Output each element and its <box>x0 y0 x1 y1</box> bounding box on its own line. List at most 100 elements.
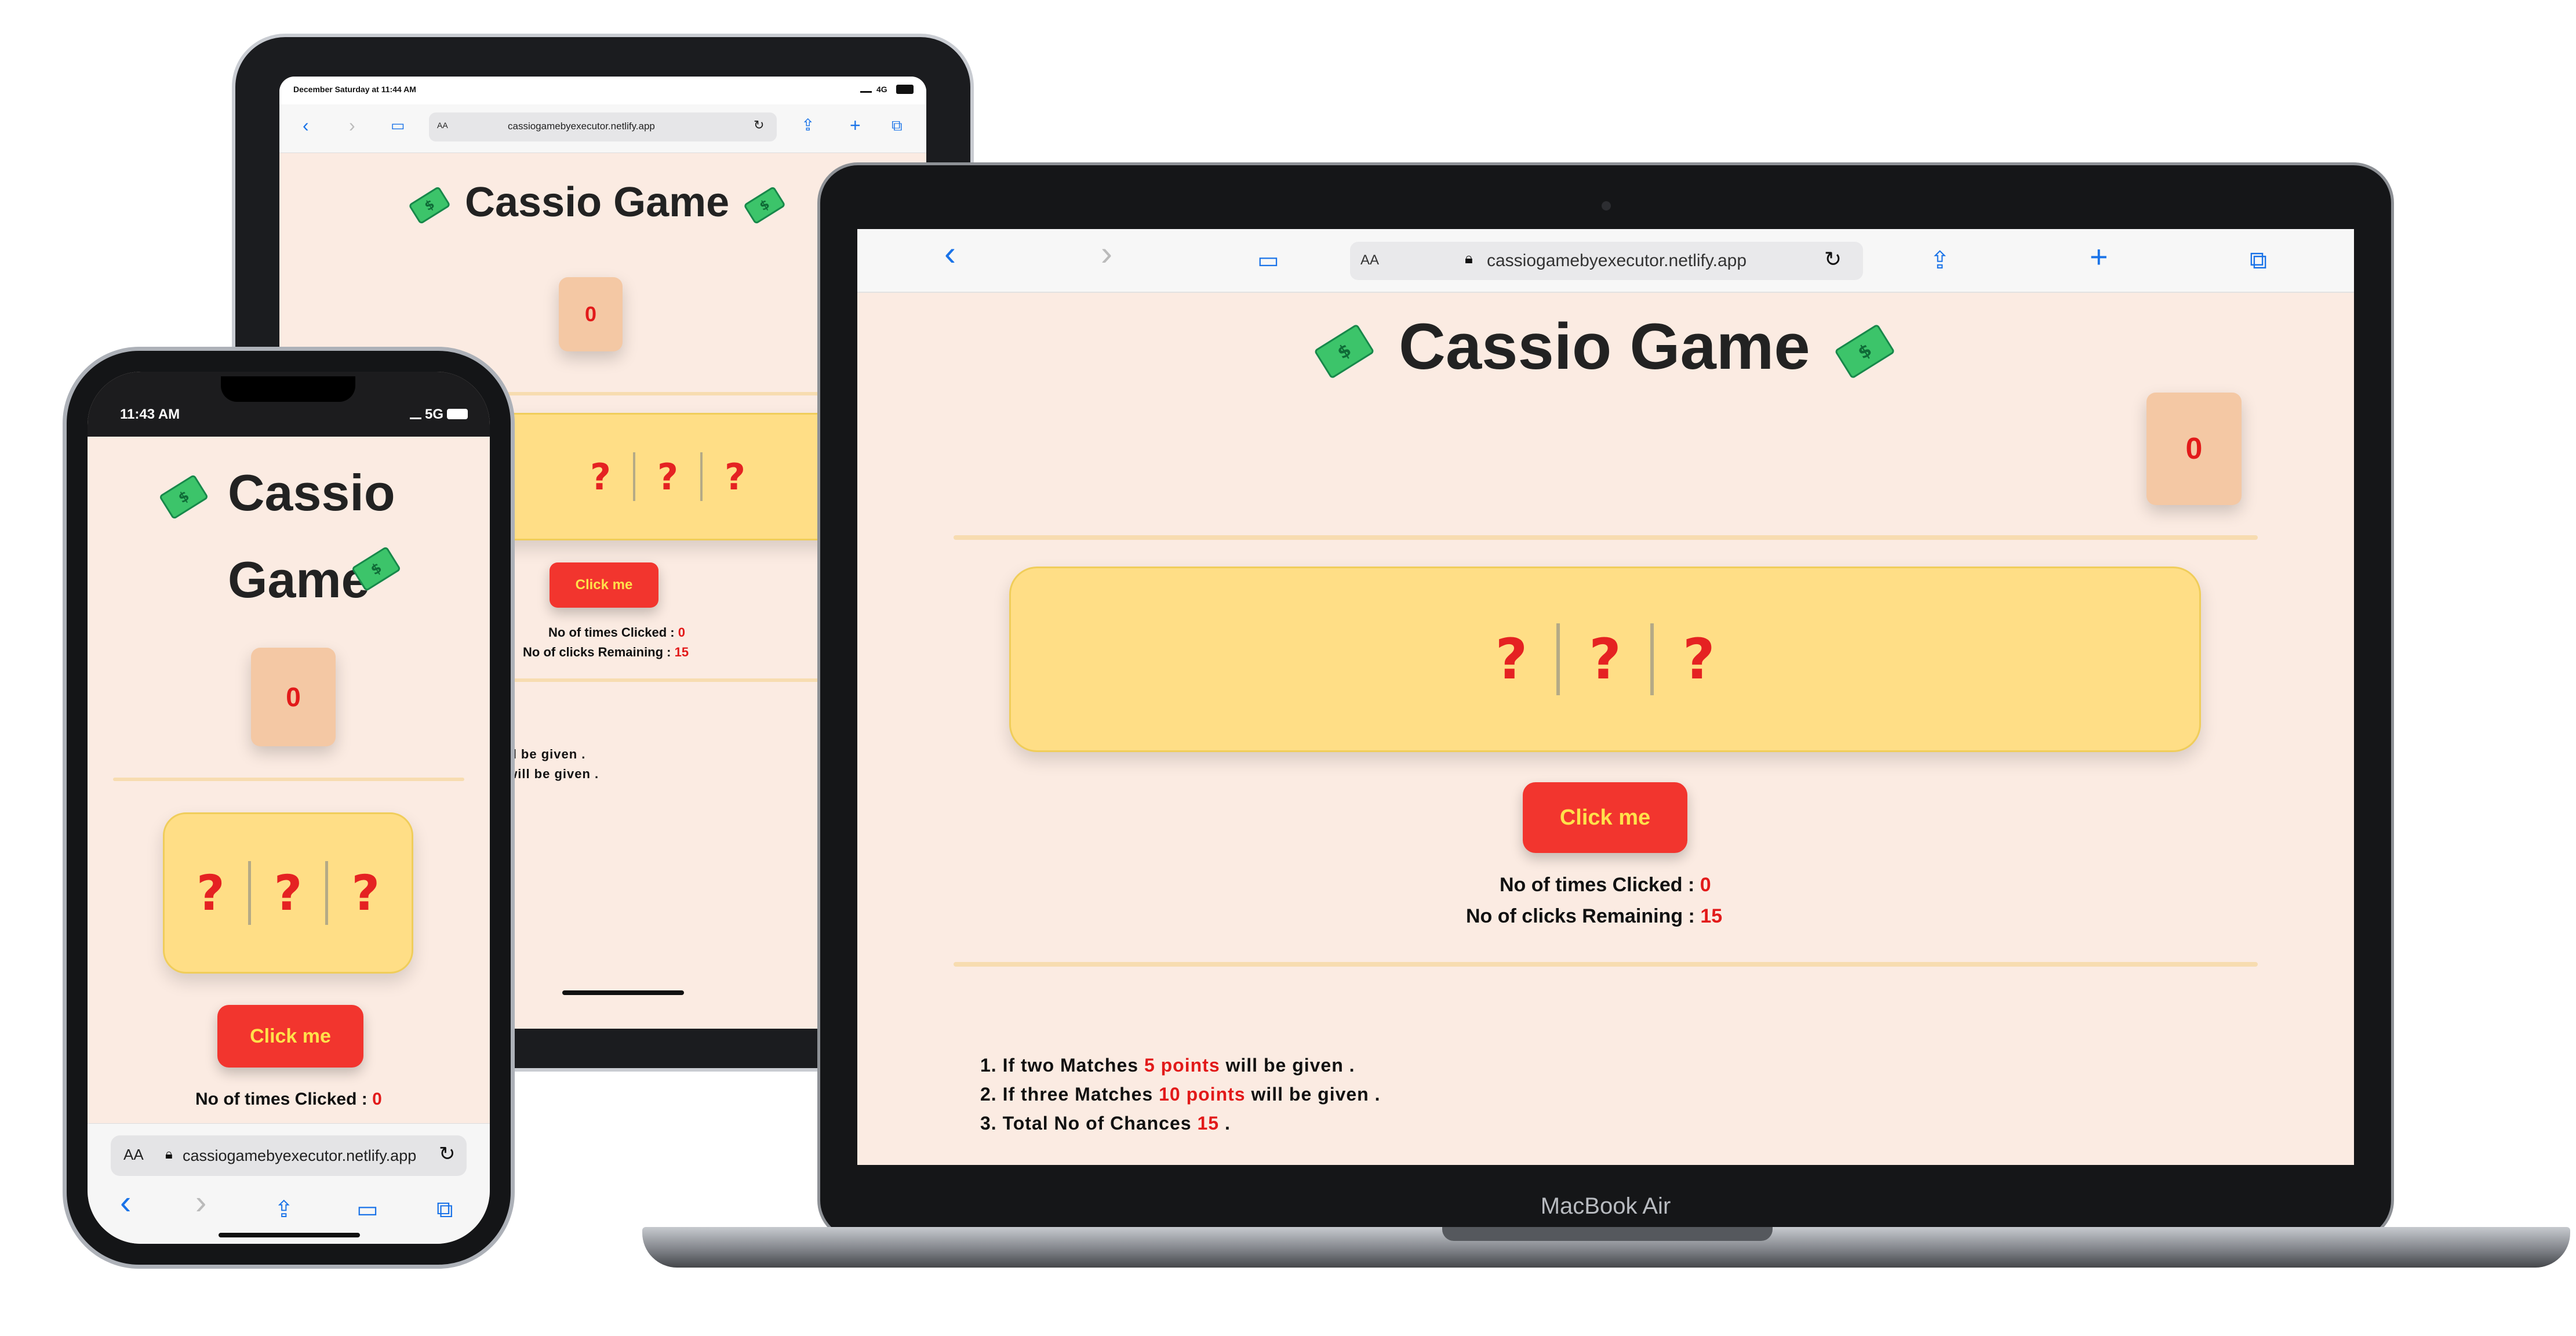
text-size-button[interactable]: AA <box>1360 252 1379 268</box>
text-size-button[interactable]: AA <box>437 121 448 130</box>
reload-icon[interactable]: ↻ <box>754 118 764 133</box>
tablet-click-me-button[interactable]: Click me <box>550 562 658 608</box>
slot-symbol: ? <box>724 455 745 498</box>
rule-item: 2. If three Matches 10 points will be gi… <box>980 1084 1381 1105</box>
laptop-score-box: 0 <box>2146 393 2242 505</box>
phone-clicked-stat: No of times Clicked : 0 <box>195 1090 382 1109</box>
share-icon[interactable]: ⇪ <box>274 1196 294 1224</box>
money-emoji-icon: $ <box>408 186 451 225</box>
lock-icon: 🔒︎ <box>1465 250 1473 267</box>
laptop-page-title: $ Cassio Game $ <box>1314 309 1895 384</box>
back-icon[interactable]: ‹ <box>303 114 309 137</box>
laptop-model-label: MacBook Air <box>1540 1193 1671 1219</box>
laptop-divider <box>954 962 2258 967</box>
rule-item: 1. If two Matches 5 points will be given… <box>980 1055 1355 1076</box>
phone-browser-toolbar: AA 🔒︎ cassiogamebyexecutor.netlify.app ↻… <box>88 1123 490 1244</box>
tablet-address-bar[interactable]: AA cassiogamebyexecutor.netlify.app ↻ <box>429 112 777 141</box>
phone-status-network: 5G <box>425 406 444 422</box>
slot-separator <box>700 452 703 501</box>
bookmarks-icon[interactable]: ▭ <box>1257 244 1279 277</box>
slot-separator <box>1556 623 1560 695</box>
phone-screen: 11:43 AM 5G $ Cassio Game $ 0 ? ? ? Clic… <box>88 372 490 1244</box>
laptop-url-text: cassiogamebyexecutor.netlify.app <box>1487 251 1747 270</box>
battery-icon <box>896 85 914 94</box>
slot-symbol: ? <box>590 455 612 498</box>
phone-divider <box>113 778 464 781</box>
bookmarks-icon[interactable]: ▭ <box>356 1196 379 1224</box>
tablet-score-box: 0 <box>559 277 623 351</box>
laptop-clicked-stat: No of times Clicked : 0 <box>1500 874 1711 896</box>
device-mockup-scene: December Saturday at 11:44 AM 4G ‹ › ▭ A… <box>0 0 2576 1336</box>
laptop-title-text: Cassio Game <box>1399 310 1810 383</box>
tablet-status-bar: December Saturday at 11:44 AM 4G <box>279 77 926 104</box>
laptop-hinge-notch <box>1442 1227 1773 1241</box>
home-indicator <box>219 1233 360 1237</box>
phone-notch <box>221 376 355 402</box>
tablet-clicked-stat: No of times Clicked : 0 <box>548 625 685 640</box>
phone-title-text: Cassio Game <box>228 464 395 608</box>
forward-icon[interactable]: › <box>1101 236 1112 271</box>
money-emoji-icon: $ <box>743 186 787 225</box>
phone-device: 11:43 AM 5G $ Cassio Game $ 0 ? ? ? Clic… <box>63 347 515 1269</box>
laptop-slot-display: ? ? ? <box>1009 567 2201 752</box>
slot-separator <box>633 452 636 501</box>
laptop-screen: ‹ › ▭ AA 🔒︎ cassiogamebyexecutor.netlify… <box>857 229 2354 1165</box>
tablet-status-network: 4G <box>876 85 887 94</box>
tablet-title-text: Cassio Game <box>465 179 730 226</box>
bookmarks-icon[interactable]: ▭ <box>391 114 405 137</box>
tabs-icon[interactable]: ⧉ <box>892 114 903 137</box>
share-icon[interactable]: ⇪ <box>1930 244 1950 277</box>
back-icon[interactable]: ‹ <box>120 1186 131 1219</box>
tablet-remaining-stat: No of clicks Remaining : 15 <box>523 645 689 659</box>
phone-score-box: 0 <box>251 648 336 746</box>
phone-url-text: cassiogamebyexecutor.netlify.app <box>183 1147 417 1164</box>
slot-symbol: ? <box>196 865 225 921</box>
phone-slot-display: ? ? ? <box>163 812 413 974</box>
phone-address-bar[interactable]: AA 🔒︎ cassiogamebyexecutor.netlify.app ↻ <box>111 1135 467 1176</box>
signal-icon <box>410 412 421 419</box>
new-tab-icon[interactable]: + <box>850 114 861 137</box>
text-size-button[interactable]: AA <box>123 1146 144 1164</box>
back-icon[interactable]: ‹ <box>944 236 956 271</box>
money-emoji-icon: $ <box>1834 324 1895 380</box>
tablet-browser-toolbar: ‹ › ▭ AA cassiogamebyexecutor.netlify.ap… <box>279 104 926 153</box>
signal-icon <box>860 86 872 93</box>
slot-symbol: ? <box>1495 627 1528 692</box>
tabs-icon[interactable]: ⧉ <box>2250 244 2267 277</box>
phone-click-me-button[interactable]: Click me <box>217 1005 363 1068</box>
slot-symbol: ? <box>274 865 303 921</box>
battery-icon <box>447 409 468 419</box>
phone-status-bar: 11:43 AM 5G <box>88 372 490 437</box>
slot-symbol: ? <box>1682 627 1715 692</box>
laptop-lid: ‹ › ▭ AA 🔒︎ cassiogamebyexecutor.netlify… <box>817 162 2394 1241</box>
laptop-divider <box>954 535 2258 540</box>
laptop-browser-toolbar: ‹ › ▭ AA 🔒︎ cassiogamebyexecutor.netlify… <box>857 229 2354 293</box>
laptop-click-me-button[interactable]: Click me <box>1523 782 1687 853</box>
slot-symbol: ? <box>1589 627 1621 692</box>
slot-symbol: ? <box>351 865 380 921</box>
slot-symbol: ? <box>657 455 678 498</box>
tablet-status-datetime: December Saturday at 11:44 AM <box>293 85 416 94</box>
lock-icon: 🔒︎ <box>165 1146 173 1162</box>
reload-icon[interactable]: ↻ <box>1824 248 1842 271</box>
rule-item: 3. Total No of Chances 15 . <box>980 1113 1231 1134</box>
share-icon[interactable]: ⇪ <box>801 114 814 137</box>
forward-icon[interactable]: › <box>195 1186 206 1219</box>
phone-page-title-line1: $ Cassio Game <box>158 449 425 623</box>
tablet-page-title: $ Cassio Game $ <box>408 179 787 226</box>
money-emoji-icon: $ <box>158 474 209 520</box>
camera <box>1602 201 1611 210</box>
laptop-address-bar[interactable]: AA 🔒︎ cassiogamebyexecutor.netlify.app ↻ <box>1350 242 1863 280</box>
slot-separator <box>248 861 251 925</box>
money-emoji-icon: $ <box>1314 324 1375 380</box>
tablet-url-text: cassiogamebyexecutor.netlify.app <box>508 121 655 132</box>
laptop-remaining-stat: No of clicks Remaining : 15 <box>1466 905 1723 927</box>
tabs-icon[interactable]: ⧉ <box>436 1196 453 1224</box>
reload-icon[interactable]: ↻ <box>439 1142 456 1166</box>
home-indicator <box>562 990 684 995</box>
forward-icon[interactable]: › <box>349 114 355 137</box>
phone-status-time: 11:43 AM <box>120 406 180 422</box>
new-tab-icon[interactable]: + <box>2090 241 2108 273</box>
slot-separator <box>1650 623 1654 695</box>
money-emoji-icon: $ <box>351 546 402 592</box>
